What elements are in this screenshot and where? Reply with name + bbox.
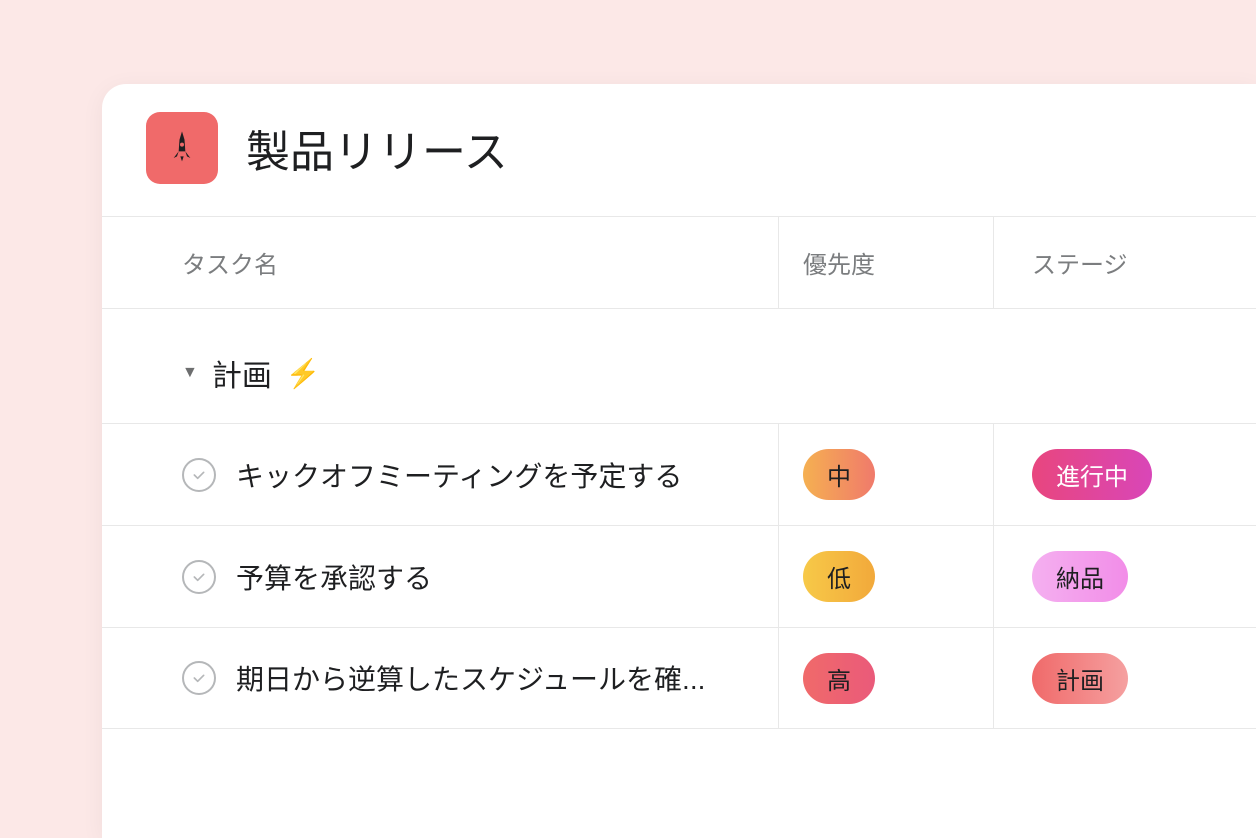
column-header-priority[interactable]: 優先度 xyxy=(779,217,994,308)
task-name: 予算を承認する xyxy=(236,557,432,597)
stage-badge: 納品 xyxy=(1032,551,1128,602)
check-circle-icon[interactable] xyxy=(182,560,216,594)
task-name: 期日から逆算したスケジュールを確... xyxy=(236,658,705,698)
stage-badge: 進行中 xyxy=(1032,449,1152,500)
section-title: 計画 xyxy=(212,351,272,395)
task-name: キックオフミーティングを予定する xyxy=(236,455,682,495)
project-card: 製品リリース タスク名 優先度 ステージ ▼ 計画 ⚡ キックオフミーティングを… xyxy=(102,84,1256,838)
stage-cell[interactable]: 進行中 xyxy=(994,424,1256,525)
priority-badge: 高 xyxy=(803,653,875,704)
column-label: ステージ xyxy=(1032,252,1128,279)
lightning-icon[interactable]: ⚡ xyxy=(286,357,321,390)
table-row[interactable]: 期日から逆算したスケジュールを確... 高 計画 xyxy=(102,627,1256,729)
project-title: 製品リリース xyxy=(246,116,508,180)
task-name-cell[interactable]: キックオフミーティングを予定する xyxy=(102,424,779,525)
column-label: 優先度 xyxy=(803,252,875,279)
priority-badge: 中 xyxy=(803,449,875,500)
stage-badge: 計画 xyxy=(1032,653,1128,704)
section-header[interactable]: ▼ 計画 ⚡ xyxy=(102,309,1256,423)
column-label: タスク名 xyxy=(182,252,278,279)
task-name-cell[interactable]: 期日から逆算したスケジュールを確... xyxy=(102,628,779,728)
table-columns-header: タスク名 優先度 ステージ xyxy=(102,216,1256,309)
caret-down-icon[interactable]: ▼ xyxy=(182,364,198,382)
column-header-stage[interactable]: ステージ xyxy=(994,217,1256,308)
stage-cell[interactable]: 納品 xyxy=(994,526,1256,627)
column-header-task[interactable]: タスク名 xyxy=(102,217,779,308)
priority-cell[interactable]: 中 xyxy=(779,424,994,525)
stage-cell[interactable]: 計画 xyxy=(994,628,1256,728)
rocket-icon xyxy=(146,112,218,184)
priority-cell[interactable]: 高 xyxy=(779,628,994,728)
priority-cell[interactable]: 低 xyxy=(779,526,994,627)
table-row[interactable]: 予算を承認する 低 納品 xyxy=(102,525,1256,627)
table-row[interactable]: キックオフミーティングを予定する 中 進行中 xyxy=(102,423,1256,525)
project-header: 製品リリース xyxy=(102,84,1256,216)
check-circle-icon[interactable] xyxy=(182,458,216,492)
priority-badge: 低 xyxy=(803,551,875,602)
task-name-cell[interactable]: 予算を承認する xyxy=(102,526,779,627)
check-circle-icon[interactable] xyxy=(182,661,216,695)
